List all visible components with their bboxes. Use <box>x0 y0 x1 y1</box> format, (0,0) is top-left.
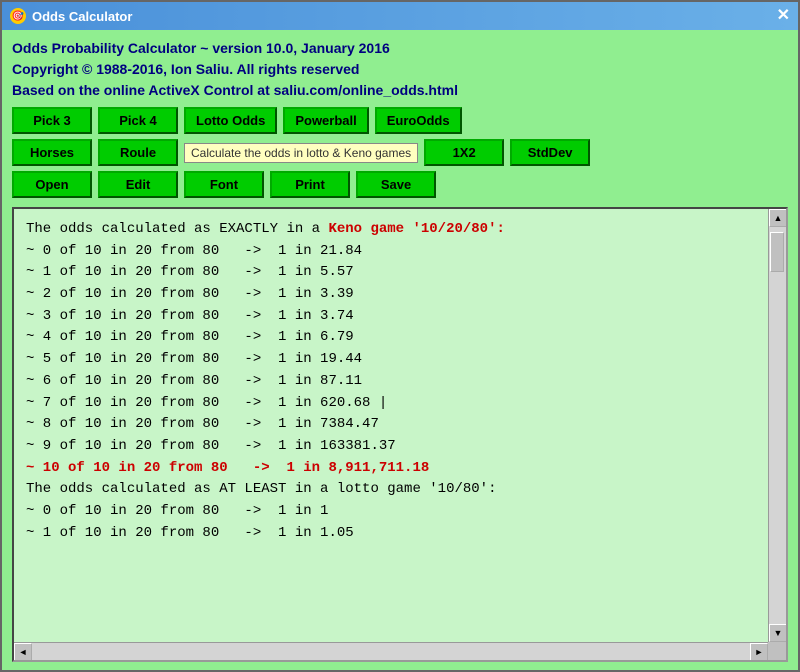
toolbar-row3: Open Edit Font Print Save <box>12 171 788 198</box>
1x2-button[interactable]: 1X2 <box>424 139 504 166</box>
output-line: ~ 3 of 10 in 20 from 80 -> 1 in 3.74 <box>26 306 756 328</box>
scrollbar-corner <box>768 642 786 660</box>
save-button[interactable]: Save <box>356 171 436 198</box>
title-bar: 🎯 Odds Calculator ✕ <box>2 2 798 30</box>
header-line2: Copyright © 1988-2016, Ion Saliu. All ri… <box>12 59 788 80</box>
output-line: ~ 9 of 10 in 20 from 80 -> 1 in 163381.3… <box>26 436 756 458</box>
horses-button[interactable]: Horses <box>12 139 92 166</box>
output-area[interactable]: The odds calculated as EXACTLY in a Keno… <box>14 209 768 660</box>
output-line: ~ 7 of 10 in 20 from 80 -> 1 in 620.68 | <box>26 393 756 415</box>
scroll-thumb-v[interactable] <box>770 232 784 272</box>
tooltip-text: Calculate the odds in lotto & Keno games <box>184 143 418 163</box>
output-line: The odds calculated as EXACTLY in a Keno… <box>26 219 756 241</box>
main-window: 🎯 Odds Calculator ✕ Odds Probability Cal… <box>0 0 800 672</box>
edit-button[interactable]: Edit <box>98 171 178 198</box>
output-line: ~ 0 of 10 in 20 from 80 -> 1 in 1 <box>26 501 756 523</box>
output-line: ~ 0 of 10 in 20 from 80 -> 1 in 21.84 <box>26 241 756 263</box>
pick4-button[interactable]: Pick 4 <box>98 107 178 134</box>
scroll-up-button[interactable]: ▲ <box>769 209 787 227</box>
window-title: Odds Calculator <box>32 9 132 24</box>
horizontal-scrollbar[interactable]: ◄ ► <box>14 642 768 660</box>
powerball-button[interactable]: Powerball <box>283 107 368 134</box>
window-content: Odds Probability Calculator ~ version 10… <box>2 30 798 670</box>
scroll-track-v[interactable] <box>769 227 786 624</box>
toolbar-row1: Pick 3 Pick 4 Lotto Odds Powerball EuroO… <box>12 107 788 134</box>
vertical-scrollbar[interactable]: ▲ ▼ <box>768 209 786 642</box>
scroll-down-button[interactable]: ▼ <box>769 624 787 642</box>
header-block: Odds Probability Calculator ~ version 10… <box>12 38 788 101</box>
output-area-container: The odds calculated as EXACTLY in a Keno… <box>12 207 788 662</box>
stddev-button[interactable]: StdDev <box>510 139 590 166</box>
open-button[interactable]: Open <box>12 171 92 198</box>
header-line3: Based on the online ActiveX Control at s… <box>12 80 788 101</box>
output-line: ~ 1 of 10 in 20 from 80 -> 1 in 5.57 <box>26 262 756 284</box>
roulette-button[interactable]: Roule <box>98 139 178 166</box>
output-line: ~ 5 of 10 in 20 from 80 -> 1 in 19.44 <box>26 349 756 371</box>
print-button[interactable]: Print <box>270 171 350 198</box>
output-line: ~ 10 of 10 in 20 from 80 -> 1 in 8,911,7… <box>26 458 756 480</box>
toolbar-row2: Horses Roule Calculate the odds in lotto… <box>12 139 788 166</box>
output-line: The odds calculated as AT LEAST in a lot… <box>26 479 756 501</box>
output-line: ~ 1 of 10 in 20 from 80 -> 1 in 1.05 <box>26 523 756 545</box>
output-line: ~ 2 of 10 in 20 from 80 -> 1 in 3.39 <box>26 284 756 306</box>
scroll-right-button[interactable]: ► <box>750 643 768 661</box>
scroll-track-h[interactable] <box>32 643 750 660</box>
euro-odds-button[interactable]: EuroOdds <box>375 107 462 134</box>
title-bar-left: 🎯 Odds Calculator <box>10 8 132 24</box>
scroll-left-button[interactable]: ◄ <box>14 643 32 661</box>
app-icon: 🎯 <box>10 8 26 24</box>
lotto-odds-button[interactable]: Lotto Odds <box>184 107 277 134</box>
font-button[interactable]: Font <box>184 171 264 198</box>
output-line: ~ 8 of 10 in 20 from 80 -> 1 in 7384.47 <box>26 414 756 436</box>
close-button[interactable]: ✕ <box>777 8 790 24</box>
header-line1: Odds Probability Calculator ~ version 10… <box>12 38 788 59</box>
output-line: ~ 4 of 10 in 20 from 80 -> 1 in 6.79 <box>26 327 756 349</box>
output-line: ~ 6 of 10 in 20 from 80 -> 1 in 87.11 <box>26 371 756 393</box>
pick3-button[interactable]: Pick 3 <box>12 107 92 134</box>
